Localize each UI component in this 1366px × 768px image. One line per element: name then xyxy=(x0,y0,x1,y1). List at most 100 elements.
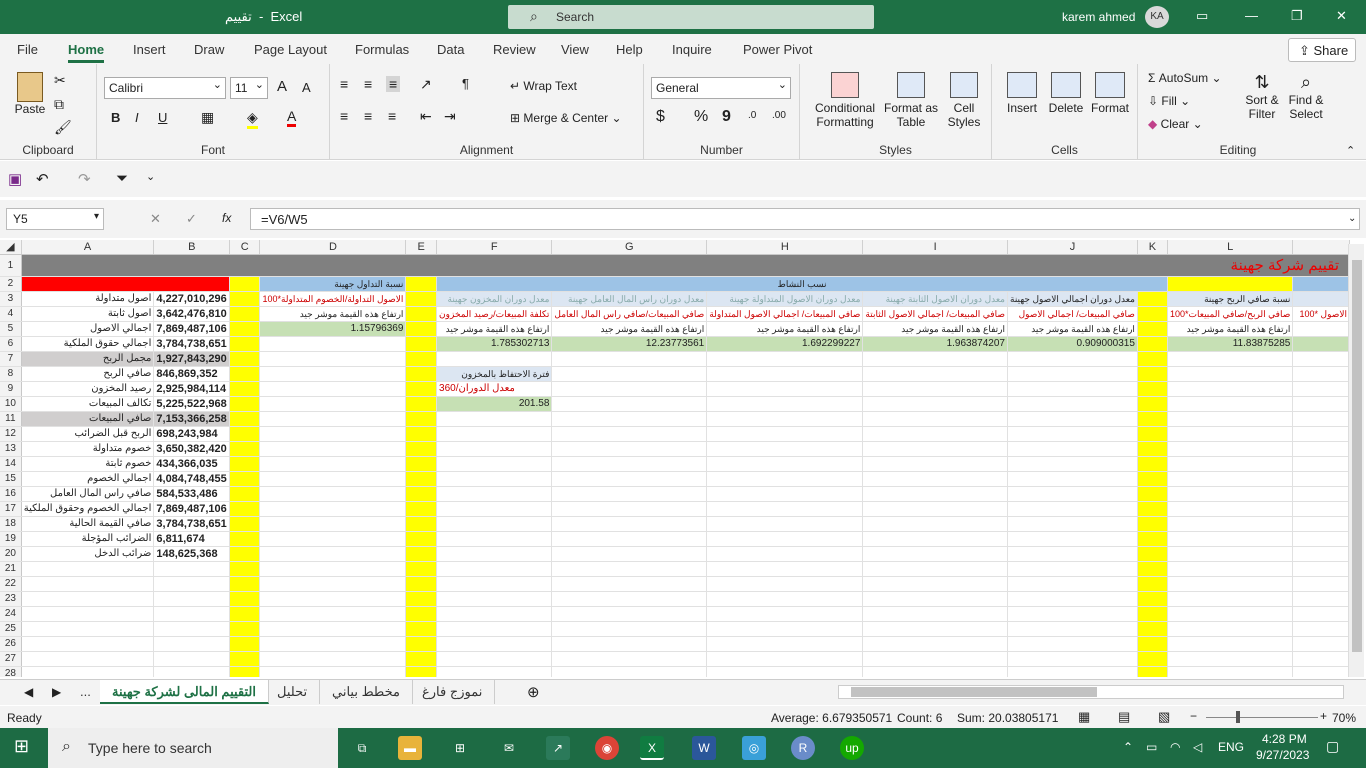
cell[interactable]: اجمالي الاصول xyxy=(21,321,155,337)
borders-icon[interactable]: ▦ xyxy=(201,109,214,126)
delete-cells-button[interactable]: Delete xyxy=(1044,72,1088,115)
column-header[interactable]: H xyxy=(706,240,864,255)
tab-power-pivot[interactable]: Power Pivot xyxy=(743,42,812,57)
save-icon[interactable]: ▣ xyxy=(8,170,22,188)
column-header[interactable]: E xyxy=(405,240,438,255)
cell[interactable]: الربح قبل الضرائب xyxy=(21,426,155,442)
cell[interactable]: 1.15796369 xyxy=(259,321,407,337)
cell[interactable] xyxy=(1292,276,1350,292)
cell[interactable] xyxy=(1292,291,1350,307)
cut-icon[interactable]: ✂ xyxy=(54,72,66,89)
cell[interactable]: اصول ثابتة xyxy=(21,306,155,322)
cell[interactable]: صافي المبيعات/ اجمالي الاصول المتداولة xyxy=(706,306,864,322)
column-header[interactable] xyxy=(1292,240,1350,255)
expand-formula-icon[interactable]: ⌄ xyxy=(1348,213,1356,224)
cell[interactable] xyxy=(1137,336,1169,352)
sheet-tab[interactable]: نموزج فارغ xyxy=(410,680,496,704)
cell[interactable]: معدل دوران الاصول المتداولة جهينة xyxy=(706,291,864,307)
cell[interactable]: 148,625,368 xyxy=(153,546,231,562)
align-bottom-icon[interactable]: ≡ xyxy=(386,76,401,92)
cell[interactable]: الضرائب المؤجلة xyxy=(21,531,155,547)
merge-center-button[interactable]: ⊞ Merge & Center ⌄ xyxy=(510,111,622,125)
sort-filter-button[interactable]: ⇅ Sort & Filter xyxy=(1242,72,1282,121)
currency-icon[interactable]: $ xyxy=(656,108,665,126)
font-size-select[interactable]: 11 xyxy=(230,77,268,99)
italic-button[interactable]: I xyxy=(135,110,139,125)
upwork-icon[interactable]: up xyxy=(840,736,864,760)
cell[interactable] xyxy=(229,276,261,292)
cell[interactable]: خصوم ثابتة xyxy=(21,456,155,472)
row-header[interactable]: 3 xyxy=(0,291,22,307)
cell[interactable]: صافي المبيعات/ اجمالي الاصول xyxy=(1007,306,1138,322)
tray-chevron-icon[interactable]: ⌃ xyxy=(1123,740,1133,754)
cell[interactable]: 4,084,748,455 xyxy=(153,471,231,487)
orientation-icon[interactable]: ↗ xyxy=(420,76,432,93)
wifi-icon[interactable]: ◠ xyxy=(1170,740,1180,754)
zoom-in-icon[interactable]: + xyxy=(1320,709,1327,723)
row-header[interactable]: 19 xyxy=(0,531,22,547)
tab-home[interactable]: Home xyxy=(68,42,105,63)
cell[interactable] xyxy=(405,291,438,307)
cell[interactable]: 6,811,674 xyxy=(153,531,231,547)
cell[interactable]: الاصول *100 xyxy=(1292,306,1350,322)
font-name-select[interactable]: Calibri xyxy=(104,77,226,99)
cell[interactable] xyxy=(1137,306,1169,322)
row-header[interactable]: 26 xyxy=(0,636,22,652)
wrap-text-button[interactable]: ↵ Wrap Text xyxy=(510,79,577,93)
fill-button[interactable]: ⇩ Fill ⌄ xyxy=(1148,94,1190,108)
row-header[interactable]: 11 xyxy=(0,411,22,427)
maximize-icon[interactable]: ❐ xyxy=(1291,8,1303,24)
decrease-font-icon[interactable]: A xyxy=(302,80,311,95)
row-header[interactable]: 23 xyxy=(0,591,22,607)
row-header[interactable]: 13 xyxy=(0,441,22,457)
vertical-scrollbar[interactable] xyxy=(1348,244,1364,677)
row-header[interactable]: 16 xyxy=(0,486,22,502)
minimize-icon[interactable]: — xyxy=(1245,8,1258,23)
cell[interactable]: صافي الربح/صافي المبيعات*100 xyxy=(1167,306,1294,322)
align-right-icon[interactable]: ≡ xyxy=(388,108,396,124)
cell[interactable]: 1.785302713 xyxy=(436,336,553,352)
next-sheet-icon[interactable]: ▶ xyxy=(52,685,61,699)
row-header[interactable]: 15 xyxy=(0,471,22,487)
undo-icon[interactable]: ↶ xyxy=(36,170,49,188)
cell[interactable]: 3,784,738,651 xyxy=(153,336,231,352)
cell[interactable]: تكلفة المبيعات/رصيد المخزون xyxy=(436,306,553,322)
ribbon-display-icon[interactable]: ▭ xyxy=(1196,8,1208,24)
avatar[interactable]: KA xyxy=(1145,6,1169,28)
cell[interactable] xyxy=(229,381,261,397)
bold-button[interactable]: B xyxy=(111,110,120,125)
title-cell[interactable]: تقييم شركة جهينة xyxy=(21,254,1350,277)
cell[interactable]: ارتفاع هذه القيمة موشر جيد xyxy=(706,321,864,337)
battery-icon[interactable]: ▭ xyxy=(1146,740,1157,754)
tab-formulas[interactable]: Formulas xyxy=(355,42,409,57)
sheet-tab[interactable]: مخطط بياني xyxy=(320,680,413,704)
cell[interactable]: 7,153,366,258 xyxy=(153,411,231,427)
word-icon[interactable]: W xyxy=(692,736,716,760)
cell[interactable] xyxy=(405,276,438,292)
percent-icon[interactable]: % xyxy=(694,108,708,126)
cell[interactable]: 1.692299227 xyxy=(706,336,864,352)
conditional-formatting-button[interactable]: Conditional Formatting xyxy=(810,72,880,129)
zoom-slider[interactable] xyxy=(1206,717,1318,718)
tab-view[interactable]: View xyxy=(561,42,589,57)
horizontal-scroll-thumb[interactable] xyxy=(851,687,1097,697)
cell[interactable]: اصول متداولة xyxy=(21,291,155,307)
cell[interactable]: 846,869,352 xyxy=(153,366,231,382)
enter-icon[interactable]: ✓ xyxy=(186,211,197,227)
cell[interactable]: 0.909000315 xyxy=(1007,336,1138,352)
increase-font-icon[interactable]: A xyxy=(277,78,287,95)
row-header[interactable]: 28 xyxy=(0,666,22,677)
paste-button[interactable]: Paste xyxy=(12,72,48,116)
cell[interactable]: 3,650,382,420 xyxy=(153,441,231,457)
align-middle-icon[interactable]: ≡ xyxy=(364,76,372,92)
column-header[interactable]: K xyxy=(1137,240,1169,255)
windows-start-icon[interactable]: ⊞ xyxy=(14,736,29,757)
column-header[interactable]: I xyxy=(862,240,1008,255)
cell[interactable]: 1.963874207 xyxy=(862,336,1008,352)
cell[interactable]: 3,784,738,651 xyxy=(153,516,231,532)
cell[interactable]: ارتفاع هذه القيمة موشر جيد xyxy=(1007,321,1138,337)
formula-input[interactable]: =V6/W5 xyxy=(250,208,1360,230)
search-box[interactable]: ⌕ Search xyxy=(508,5,874,29)
cell[interactable] xyxy=(229,291,261,307)
row-header[interactable]: 22 xyxy=(0,576,22,592)
